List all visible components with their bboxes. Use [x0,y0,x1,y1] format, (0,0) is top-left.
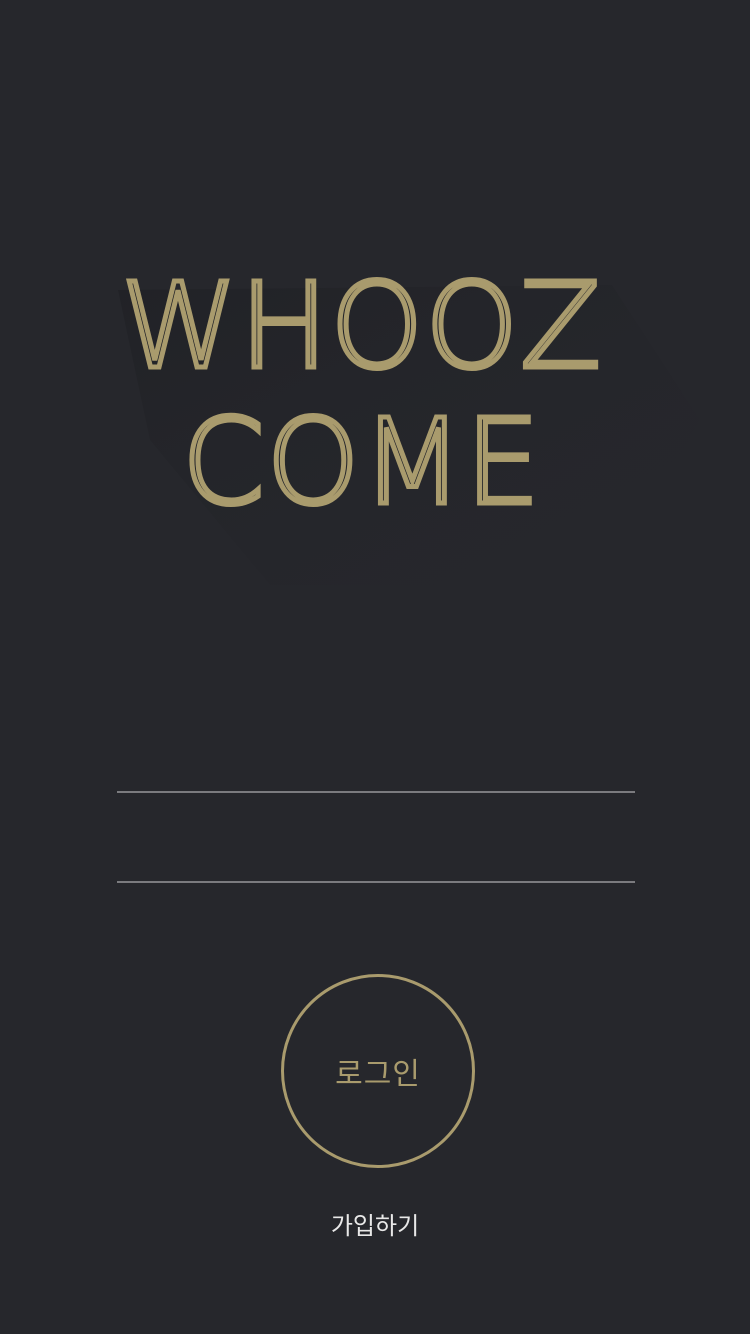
logo-line-come: COME [182,393,542,531]
password-field[interactable] [117,823,635,883]
app-logo: WHOOZ COME [118,255,700,585]
logo-line-whooz: WHOOZ [121,257,603,395]
signup-link[interactable]: 가입하기 [0,1206,750,1241]
login-button[interactable]: 로그인 [281,974,475,1168]
login-button-label: 로그인 [335,1057,421,1092]
login-screen: WHOOZ COME 로그인 가입하기 [0,0,750,1334]
username-field[interactable] [117,733,635,793]
